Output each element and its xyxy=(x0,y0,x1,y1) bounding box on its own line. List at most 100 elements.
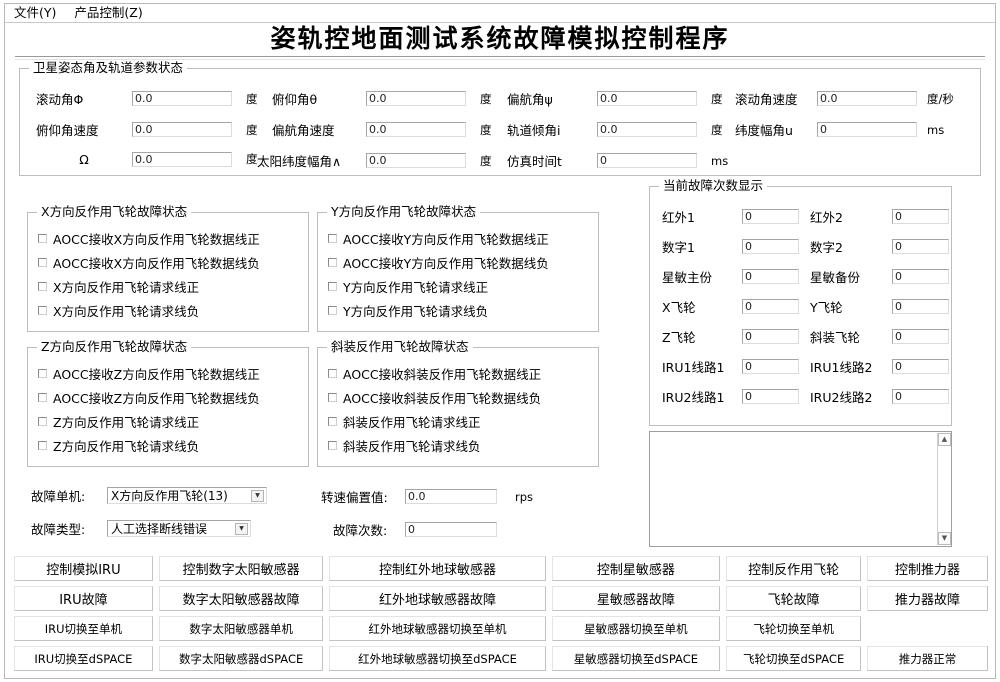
fault-count-y-wheel-input[interactable] xyxy=(892,299,949,314)
btn-infrared-earth-sensor-switch-dspace[interactable]: 红外地球敏感器切换至dSPACE xyxy=(329,646,546,671)
sim-time-input[interactable] xyxy=(597,153,697,168)
sun-argument-of-latitude-input[interactable] xyxy=(366,153,466,168)
btn-star-sensor-fault[interactable]: 星敏感器故障 xyxy=(551,586,721,611)
log-textarea[interactable]: ▲ ▼ xyxy=(649,431,952,547)
btn-iru-fault[interactable]: IRU故障 xyxy=(14,586,153,611)
checkbox-row[interactable]: Y方向反作用飞轮请求线负 xyxy=(328,301,488,320)
btn-control-infrared-earth-sensor[interactable]: 控制红外地球敏感器 xyxy=(329,556,546,581)
fault-count-infrared1-input[interactable] xyxy=(742,209,799,224)
checkbox-icon[interactable] xyxy=(38,417,47,426)
btn-control-thruster[interactable]: 控制推力器 xyxy=(867,556,988,581)
orbit-inclination-input[interactable] xyxy=(597,122,697,137)
checkbox-row[interactable]: AOCC接收斜装反作用飞轮数据线负 xyxy=(328,388,541,407)
fault-device-select[interactable]: X方向反作用飞轮(13) ▼ xyxy=(107,487,267,504)
raan-input[interactable] xyxy=(132,151,232,167)
checkbox-icon[interactable] xyxy=(38,258,47,267)
btn-iru-switch-dspace[interactable]: IRU切换至dSPACE xyxy=(14,646,153,671)
log-scrollbar[interactable]: ▲ ▼ xyxy=(937,433,951,545)
btn-placeholder-empty xyxy=(867,616,988,641)
checkbox-icon[interactable] xyxy=(328,258,337,267)
checkbox-icon[interactable] xyxy=(38,306,47,315)
checkbox-row[interactable]: AOCC接收X方向反作用飞轮数据线负 xyxy=(38,253,260,272)
btn-control-digital-sun-sensor[interactable]: 控制数字太阳敏感器 xyxy=(158,556,324,581)
checkbox-label: Z方向反作用飞轮请求线正 xyxy=(53,415,200,430)
fault-count-iru2-line1-input[interactable] xyxy=(742,389,799,404)
fault-count-row: 数字2 xyxy=(810,237,949,256)
checkbox-icon[interactable] xyxy=(38,234,47,243)
checkbox-icon[interactable] xyxy=(328,282,337,291)
fault-count-digital2-input[interactable] xyxy=(892,239,949,254)
fault-type-select[interactable]: 人工选择断线错误 ▼ xyxy=(107,520,251,537)
btn-digital-sun-sensor-fault[interactable]: 数字太阳敏感器故障 xyxy=(158,586,324,611)
checkbox-icon[interactable] xyxy=(328,441,337,450)
speed-bias-input[interactable] xyxy=(405,489,497,504)
btn-digital-sun-sensor-dspace[interactable]: 数字太阳敏感器dSPACE xyxy=(158,646,324,671)
btn-iru-switch-standalone[interactable]: IRU切换至单机 xyxy=(14,616,153,641)
checkbox-row[interactable]: Z方向反作用飞轮请求线正 xyxy=(38,412,199,431)
btn-star-sensor-switch-standalone[interactable]: 星敏感器切换至单机 xyxy=(551,616,721,641)
roll-angle-input[interactable] xyxy=(132,91,232,106)
button-row-fault: IRU故障 数字太阳敏感器故障 红外地球敏感器故障 星敏感器故障 飞轮故障 推力… xyxy=(11,586,991,616)
chevron-down-icon[interactable]: ▼ xyxy=(251,490,264,502)
checkbox-row[interactable]: 斜装反作用飞轮请求线负 xyxy=(328,436,481,455)
btn-wheel-switch-standalone[interactable]: 飞轮切换至单机 xyxy=(726,616,862,641)
btn-thruster-fault[interactable]: 推力器故障 xyxy=(867,586,988,611)
fault-count-star-primary-input[interactable] xyxy=(742,269,799,284)
btn-thruster-normal[interactable]: 推力器正常 xyxy=(867,646,988,671)
log-text[interactable] xyxy=(651,433,937,545)
fault-count-bottom-input[interactable] xyxy=(405,522,497,537)
checkbox-label: AOCC接收Y方向反作用飞轮数据线负 xyxy=(343,256,549,271)
checkbox-icon[interactable] xyxy=(328,369,337,378)
checkbox-row[interactable]: AOCC接收Z方向反作用飞轮数据线负 xyxy=(38,388,260,407)
pitch-rate-input[interactable] xyxy=(132,122,232,137)
pitch-angle-input[interactable] xyxy=(366,91,466,106)
checkbox-icon[interactable] xyxy=(38,441,47,450)
checkbox-row[interactable]: X方向反作用飞轮请求线正 xyxy=(38,277,199,296)
fault-count-x-wheel-input[interactable] xyxy=(742,299,799,314)
checkbox-row[interactable]: Z方向反作用飞轮请求线负 xyxy=(38,436,199,455)
checkbox-icon[interactable] xyxy=(38,282,47,291)
checkbox-row[interactable]: X方向反作用飞轮请求线负 xyxy=(38,301,199,320)
checkbox-row[interactable]: AOCC接收斜装反作用飞轮数据线正 xyxy=(328,364,541,383)
checkbox-row[interactable]: AOCC接收Y方向反作用飞轮数据线正 xyxy=(328,229,549,248)
btn-infrared-earth-sensor-switch-standalone[interactable]: 红外地球敏感器切换至单机 xyxy=(329,616,546,641)
yaw-rate-input[interactable] xyxy=(366,122,466,137)
chevron-down-icon[interactable]: ▼ xyxy=(235,523,248,535)
btn-wheel-fault[interactable]: 飞轮故障 xyxy=(726,586,862,611)
argument-of-latitude-input[interactable] xyxy=(817,122,917,137)
btn-control-star-sensor[interactable]: 控制星敏感器 xyxy=(551,556,721,581)
scroll-down-icon[interactable]: ▼ xyxy=(938,532,951,545)
checkbox-icon[interactable] xyxy=(38,369,47,378)
scroll-up-icon[interactable]: ▲ xyxy=(938,433,951,446)
fault-count-infrared2-input[interactable] xyxy=(892,209,949,224)
btn-star-sensor-switch-dspace[interactable]: 星敏感器切换至dSPACE xyxy=(551,646,721,671)
menu-file[interactable]: 文件(Y) xyxy=(12,6,58,21)
fault-count-z-wheel-input[interactable] xyxy=(742,329,799,344)
menu-product-control[interactable]: 产品控制(Z) xyxy=(72,6,144,21)
btn-control-analog-iru[interactable]: 控制模拟IRU xyxy=(14,556,153,581)
checkbox-icon[interactable] xyxy=(328,234,337,243)
checkbox-row[interactable]: AOCC接收Y方向反作用飞轮数据线负 xyxy=(328,253,549,272)
checkbox-icon[interactable] xyxy=(328,306,337,315)
roll-rate-input[interactable] xyxy=(817,91,917,106)
btn-control-reaction-wheel[interactable]: 控制反作用飞轮 xyxy=(726,556,862,581)
btn-infrared-earth-sensor-fault[interactable]: 红外地球敏感器故障 xyxy=(329,586,546,611)
checkbox-row[interactable]: Y方向反作用飞轮请求线正 xyxy=(328,277,488,296)
fault-count-row: IRU2线路1 xyxy=(662,387,799,406)
fault-count-digital1-input[interactable] xyxy=(742,239,799,254)
checkbox-icon[interactable] xyxy=(328,417,337,426)
fault-count-oblique-wheel-input[interactable] xyxy=(892,329,949,344)
fault-count-label: 星敏主份 xyxy=(662,270,713,285)
fault-count-star-backup-input[interactable] xyxy=(892,269,949,284)
fault-count-iru1-line2-input[interactable] xyxy=(892,359,949,374)
checkbox-row[interactable]: 斜装反作用飞轮请求线正 xyxy=(328,412,481,431)
fault-count-iru1-line1-input[interactable] xyxy=(742,359,799,374)
fault-count-iru2-line2-input[interactable] xyxy=(892,389,949,404)
checkbox-row[interactable]: AOCC接收Z方向反作用飞轮数据线正 xyxy=(38,364,260,383)
yaw-angle-input[interactable] xyxy=(597,91,697,106)
checkbox-icon[interactable] xyxy=(38,393,47,402)
checkbox-row[interactable]: AOCC接收X方向反作用飞轮数据线正 xyxy=(38,229,260,248)
checkbox-icon[interactable] xyxy=(328,393,337,402)
btn-digital-sun-sensor-standalone[interactable]: 数字太阳敏感器单机 xyxy=(158,616,324,641)
btn-wheel-switch-dspace[interactable]: 飞轮切换至dSPACE xyxy=(726,646,862,671)
